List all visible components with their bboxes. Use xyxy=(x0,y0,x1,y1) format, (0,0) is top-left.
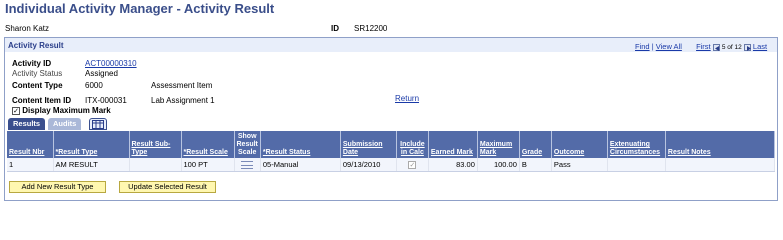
table-row[interactable]: 1 AM RESULT 100 PT 05-Manual 09/13/2010 … xyxy=(7,158,776,172)
activity-id-label: Activity ID xyxy=(12,59,52,68)
display-max-mark-checkbox[interactable]: ✓ xyxy=(12,106,20,115)
last-link[interactable]: Last xyxy=(753,42,767,51)
activity-result-panel: Activity Result Find | View All First 5 … xyxy=(4,37,778,201)
find-link[interactable]: Find xyxy=(635,42,650,51)
cell-result-status: 05-Manual xyxy=(260,158,341,172)
content-item-description: Lab Assignment 1 xyxy=(151,96,215,105)
cell-extenuating-circumstances xyxy=(607,158,666,172)
content-item-id-value: ITX-000031 xyxy=(85,96,127,105)
page-title: Individual Activity Manager - Activity R… xyxy=(5,1,275,16)
activity-status-label: Activity Status xyxy=(12,69,63,78)
content-type-value: 6000 xyxy=(85,81,103,90)
cell-show-result-scale[interactable] xyxy=(234,158,261,172)
column-result-scale[interactable]: *Result Scale xyxy=(181,131,235,158)
column-result-type[interactable]: *Result Type xyxy=(53,131,130,158)
column-result-status[interactable]: *Result Status xyxy=(260,131,341,158)
column-maximum-mark[interactable]: Maximum Mark xyxy=(477,131,520,158)
id-value: SR12200 xyxy=(354,24,388,33)
content-type-description: Assessment Item xyxy=(151,81,213,90)
column-outcome[interactable]: Outcome xyxy=(551,131,608,158)
student-name: Sharon Katz xyxy=(5,24,50,33)
update-selected-result-button[interactable]: Update Selected Result xyxy=(119,181,216,193)
cell-outcome: Pass xyxy=(551,158,608,172)
tab-results[interactable]: Results xyxy=(8,118,46,130)
cell-earned-mark: 83.00 xyxy=(428,158,478,172)
activity-status-value: Assigned xyxy=(85,69,118,78)
cell-result-notes xyxy=(665,158,776,172)
row-position: 5 of 12 xyxy=(721,44,742,51)
add-new-result-type-button[interactable]: Add New Result Type xyxy=(9,181,106,193)
activity-id-link[interactable]: ACT00000310 xyxy=(85,59,137,68)
cell-grade: B xyxy=(519,158,552,172)
grid-header-row: Result Nbr *Result Type Result Sub-Type … xyxy=(7,131,776,158)
cell-include-in-calc: ✓ xyxy=(396,158,429,172)
column-result-notes[interactable]: Result Notes xyxy=(665,131,776,158)
column-earned-mark[interactable]: Earned Mark xyxy=(428,131,478,158)
panel-navigation: Find | View All First 5 of 12 Last xyxy=(635,42,768,51)
display-max-mark-label: Display Maximum Mark xyxy=(22,106,111,115)
show-all-columns-icon[interactable] xyxy=(89,118,107,130)
column-grade[interactable]: Grade xyxy=(519,131,552,158)
cell-result-nbr: 1 xyxy=(7,158,54,172)
content-item-id-label: Content Item ID xyxy=(12,96,72,105)
return-link[interactable]: Return xyxy=(395,94,419,103)
id-label: ID xyxy=(331,24,339,33)
first-link[interactable]: First xyxy=(696,42,711,51)
cell-maximum-mark: 100.00 xyxy=(477,158,520,172)
cell-submission-date: 09/13/2010 xyxy=(340,158,397,172)
view-all-link[interactable]: View All xyxy=(656,42,682,51)
column-show-result-scale: Show Result Scale xyxy=(234,131,261,158)
column-result-sub-type[interactable]: Result Sub-Type xyxy=(129,131,182,158)
column-submission-date[interactable]: Submission Date xyxy=(340,131,397,158)
previous-arrow-icon[interactable] xyxy=(712,43,720,51)
content-type-label: Content Type xyxy=(12,81,63,90)
cell-result-sub-type xyxy=(129,158,182,172)
include-in-calc-checkbox: ✓ xyxy=(408,160,417,169)
column-include-in-calc[interactable]: Include in Calc xyxy=(396,131,429,158)
next-arrow-icon[interactable] xyxy=(743,43,751,51)
column-extenuating-circumstances[interactable]: Extenuating Circumstances xyxy=(607,131,666,158)
result-scale-list-icon[interactable] xyxy=(241,160,254,169)
display-max-mark-row: ✓ Display Maximum Mark xyxy=(12,106,111,115)
results-grid: Result Nbr *Result Type Result Sub-Type … xyxy=(7,131,776,172)
tab-audits[interactable]: Audits xyxy=(48,118,82,130)
cell-result-scale: 100 PT xyxy=(181,158,235,172)
panel-title: Activity Result xyxy=(8,41,64,50)
cell-result-type: AM RESULT xyxy=(53,158,130,172)
column-result-nbr[interactable]: Result Nbr xyxy=(7,131,54,158)
